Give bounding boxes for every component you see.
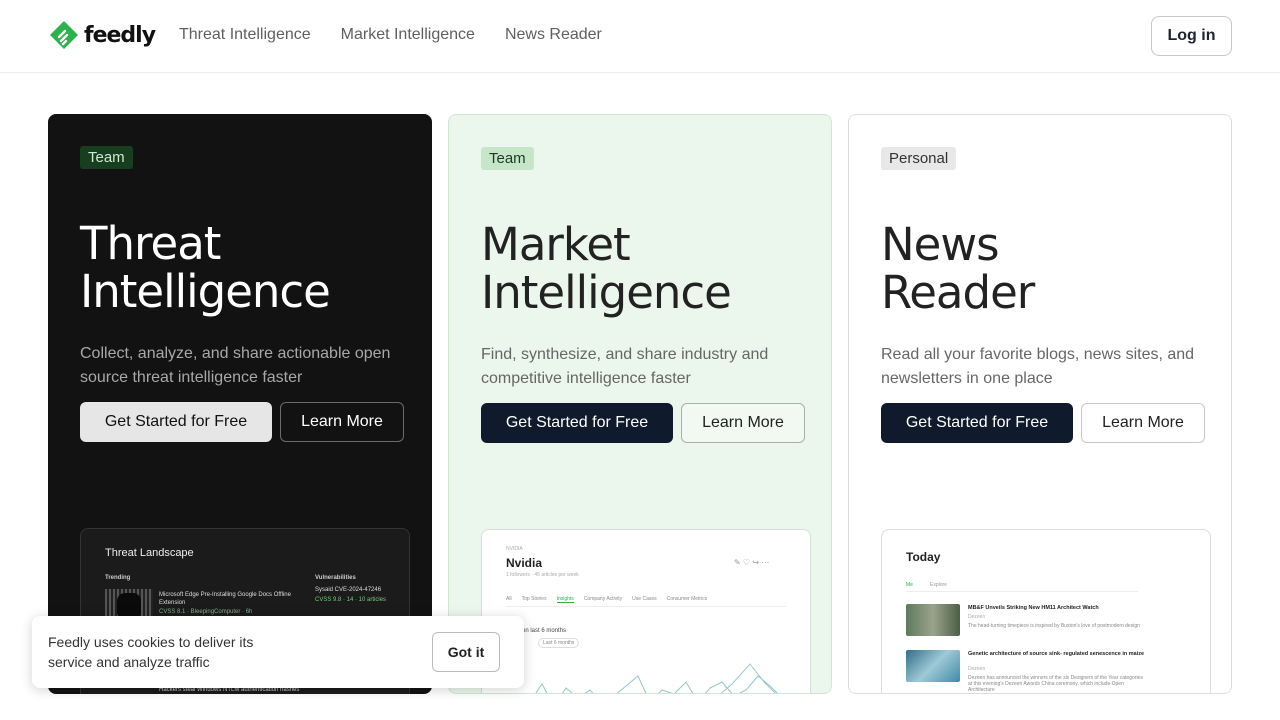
cookie-message: Feedly uses cookies to deliver its servi… — [48, 634, 254, 670]
card-actions: Get Started for Free Learn More — [881, 403, 1207, 443]
card-actions: Get Started for Free Learn More — [481, 403, 807, 443]
news-reader-card: Personal News Reader Read all your favor… — [848, 114, 1232, 694]
card-title: Market Intelligence — [481, 221, 807, 317]
preview-item: Microsoft Edge Pre-Installing Google Doc… — [159, 592, 291, 606]
card-title-line: Reader — [881, 266, 1035, 319]
card-title-line: News — [881, 218, 1000, 271]
preview-title: Threat Landscape — [105, 547, 194, 559]
preview-tab: Insights — [556, 596, 574, 603]
nav-news-reader[interactable]: News Reader — [505, 26, 602, 44]
nav-market-intelligence[interactable]: Market Intelligence — [341, 26, 475, 44]
feedly-logo[interactable]: feedly — [49, 20, 156, 50]
preview-subtitle: 1 followers · 45 articles per week — [506, 572, 579, 578]
learn-more-button[interactable]: Learn More — [280, 402, 404, 442]
preview-divider — [506, 606, 786, 607]
hand-icon — [117, 593, 141, 617]
threat-intelligence-card: Team Threat Intelligence Collect, analyz… — [48, 114, 432, 694]
card-description: Read all your favorite blogs, news sites… — [881, 346, 1195, 387]
preview-toolbar-icons: ✎ ♡ ↪ ⋯ — [734, 558, 770, 567]
preview-title: Today — [906, 550, 941, 564]
article-snippet: The head-turning timepiece is inspired b… — [968, 623, 1140, 629]
feedly-logo-icon — [50, 21, 78, 49]
preview-tab: Explore — [930, 582, 947, 588]
card-badge: Team — [481, 147, 534, 170]
card-title-line: Threat — [80, 217, 221, 270]
accept-cookies-button[interactable]: Got it — [432, 632, 500, 672]
article-thumbnail — [906, 604, 960, 636]
card-badge: Team — [80, 146, 133, 169]
market-preview-screenshot: NVIDIA Nvidia 1 followers · 45 articles … — [481, 529, 811, 693]
card-title-line: Intelligence — [80, 265, 331, 318]
get-started-button[interactable]: Get Started for Free — [881, 403, 1073, 443]
preview-tab: All — [506, 596, 512, 602]
preview-item-meta: CVSS 8.1 · BleepingComputer · 6h — [159, 609, 253, 615]
article-title: MB&F Unveils Striking New HM11 Architect… — [968, 605, 1099, 611]
preview-tab: Company Activity — [583, 596, 623, 602]
card-badge: Personal — [881, 147, 957, 170]
logo-text: feedly — [84, 22, 156, 48]
article-source: Dezeen — [968, 614, 986, 620]
preview-chart-line — [535, 675, 778, 693]
news-preview-screenshot: Today Me Explore MB&F Unveils Striking N… — [881, 529, 1211, 693]
card-actions: Get Started for Free Learn More — [80, 402, 408, 442]
card-title: Threat Intelligence — [80, 220, 408, 316]
preview-col-heading: Trending — [105, 575, 131, 581]
market-intelligence-card: Team Market Intelligence Find, synthesiz… — [448, 114, 832, 694]
preview-tab: Use Cases — [632, 596, 657, 602]
cookie-banner: Feedly uses cookies to deliver its servi… — [32, 616, 524, 688]
nav-threat-intelligence[interactable]: Threat Intelligence — [179, 26, 311, 44]
learn-more-button[interactable]: Learn More — [681, 403, 805, 443]
card-title: News Reader — [881, 221, 1207, 317]
card-description: Find, synthesize, and share industry and… — [481, 346, 769, 387]
preview-tab: Consumer Metrics — [666, 596, 708, 602]
main-nav: Threat Intelligence Market Intelligence … — [179, 26, 602, 44]
preview-kicker: NVIDIA — [506, 546, 523, 552]
get-started-button[interactable]: Get Started for Free — [80, 402, 272, 442]
article-snippet: Dezeen has announced the winners of the … — [968, 675, 1143, 693]
preview-vuln-meta: CVSS 9.8 · 14 · 10 articles — [315, 597, 387, 603]
site-header: feedly Threat Intelligence Market Intell… — [0, 0, 1280, 73]
preview-line-chart — [535, 663, 778, 693]
preview-tab: Top Stories — [521, 596, 547, 602]
preview-tabs: All Top Stories Insights Company Activit… — [506, 596, 707, 603]
card-title-line: Market — [481, 218, 631, 271]
article-title: Genetic architecture of source sink- reg… — [968, 651, 1145, 657]
login-button[interactable]: Log in — [1151, 16, 1232, 56]
learn-more-button[interactable]: Learn More — [1081, 403, 1205, 443]
card-description: Collect, analyze, and share actionable o… — [80, 345, 391, 386]
preview-range-label: on last 6 months — [522, 628, 567, 634]
article-thumbnail — [906, 650, 960, 682]
preview-divider — [906, 591, 1138, 592]
preview-vuln: Sysaid CVE-2024-47246 — [315, 587, 382, 593]
get-started-button[interactable]: Get Started for Free — [481, 403, 673, 443]
preview-tab: Me — [906, 582, 913, 588]
article-source: Dezeen — [968, 666, 986, 672]
card-title-line: Intelligence — [481, 266, 732, 319]
preview-col-heading: Vulnerabilities — [315, 575, 356, 581]
preview-title: Nvidia — [506, 556, 543, 570]
